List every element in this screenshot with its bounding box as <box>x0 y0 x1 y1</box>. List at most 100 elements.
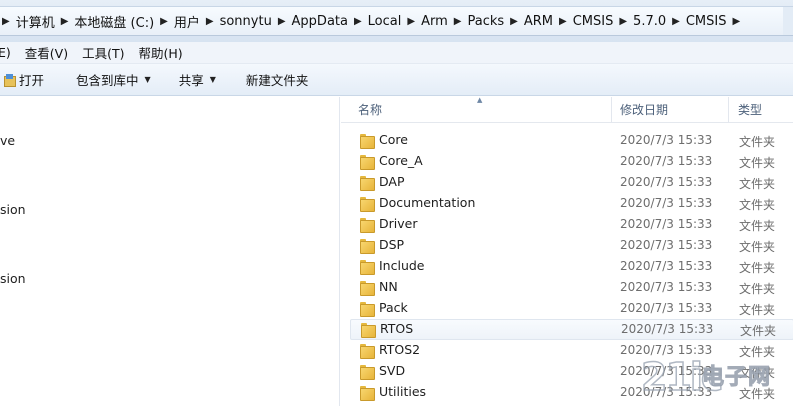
folder-icon <box>360 280 375 296</box>
menu-view[interactable]: 查看(V) <box>25 43 68 62</box>
share-button[interactable]: 共享 ▼ <box>175 68 220 92</box>
column-name-header[interactable]: 名称 <box>358 97 382 123</box>
address-bar[interactable]: ▶ 计算机 ▶ 本地磁盘 (C:) ▶ 用户 ▶ sonnytu ▶ AppDa… <box>0 6 793 36</box>
breadcrumb-chevron-icon[interactable]: ▶ <box>61 16 69 27</box>
breadcrumb-local[interactable]: Local <box>368 14 402 29</box>
file-name: Core_A <box>379 153 423 168</box>
breadcrumb-chevron-icon[interactable]: ▶ <box>454 16 462 27</box>
file-date: 2020/7/3 15:33 <box>621 322 714 336</box>
nav-item[interactable]: ve <box>0 133 15 148</box>
file-name: Documentation <box>379 195 476 210</box>
column-divider[interactable] <box>728 97 729 123</box>
file-date: 2020/7/3 15:33 <box>620 301 713 315</box>
folder-icon <box>360 343 375 359</box>
file-type: 文件夹 <box>740 324 777 338</box>
table-row[interactable]: Include 2020/7/3 15:33 文件夹 <box>341 256 793 277</box>
breadcrumb-users[interactable]: 用户 <box>174 12 200 31</box>
table-row[interactable]: Driver 2020/7/3 15:33 文件夹 <box>341 214 793 235</box>
share-label: 共享 <box>178 73 204 88</box>
menu-tools[interactable]: 工具(T) <box>82 43 124 62</box>
file-date: 2020/7/3 15:33 <box>620 259 713 273</box>
breadcrumb-chevron-icon[interactable]: ▶ <box>206 16 214 27</box>
file-name: NN <box>379 279 398 294</box>
menu-edit[interactable]: E) <box>0 45 11 60</box>
file-name: Driver <box>379 216 418 231</box>
file-name: DSP <box>379 237 405 252</box>
watermark-text: 电子网 <box>701 365 772 391</box>
file-name: SVD <box>379 363 406 378</box>
breadcrumb-computer[interactable]: 计算机 <box>16 12 55 31</box>
new-folder-label: 新建文件夹 <box>245 73 309 88</box>
file-date: 2020/7/3 15:33 <box>620 280 713 294</box>
file-name: Include <box>379 258 425 273</box>
table-row[interactable]: DAP 2020/7/3 15:33 文件夹 <box>341 172 793 193</box>
file-date: 2020/7/3 15:33 <box>620 217 713 231</box>
file-type: 文件夹 <box>739 303 776 317</box>
breadcrumb-chevron-icon[interactable]: ▶ <box>732 16 740 27</box>
file-name: Pack <box>379 300 408 315</box>
include-in-library-button[interactable]: 包含到库中 ▼ <box>72 68 155 92</box>
file-type: 文件夹 <box>739 219 776 233</box>
folder-icon <box>360 364 375 380</box>
column-header: ▲ 名称 修改日期 类型 <box>341 96 793 123</box>
new-folder-button[interactable]: 新建文件夹 <box>242 68 313 92</box>
file-name: RTOS <box>380 321 414 336</box>
breadcrumb-chevron-icon[interactable]: ▶ <box>407 16 415 27</box>
folder-icon <box>360 217 375 233</box>
breadcrumb-sonnytu[interactable]: sonnytu <box>220 14 272 29</box>
menu-bar: E) 查看(V) 工具(T) 帮助(H) <box>0 42 793 64</box>
breadcrumb-local-disk[interactable]: 本地磁盘 (C:) <box>74 12 154 31</box>
nav-item[interactable]: sion <box>0 202 26 217</box>
file-name: DAP <box>379 174 405 189</box>
table-row[interactable]: Core 2020/7/3 15:33 文件夹 <box>341 130 793 151</box>
table-row[interactable]: Pack 2020/7/3 15:33 文件夹 <box>341 298 793 319</box>
breadcrumb-chevron-icon[interactable]: ▶ <box>2 16 10 27</box>
table-row[interactable]: Documentation 2020/7/3 15:33 文件夹 <box>341 193 793 214</box>
sort-up-icon: ▲ <box>477 96 483 104</box>
menu-help[interactable]: 帮助(H) <box>138 43 182 62</box>
file-name: Utilities <box>379 384 427 399</box>
dropdown-arrow-icon: ▼ <box>144 75 151 84</box>
breadcrumb-appdata[interactable]: AppData <box>292 14 348 29</box>
file-date: 2020/7/3 15:33 <box>620 238 713 252</box>
breadcrumb-packs[interactable]: Packs <box>467 14 504 29</box>
table-row[interactable]: DSP 2020/7/3 15:33 文件夹 <box>341 235 793 256</box>
folder-icon <box>360 154 375 170</box>
breadcrumb-chevron-icon[interactable]: ▶ <box>278 16 286 27</box>
file-name: RTOS2 <box>379 342 421 357</box>
breadcrumb-chevron-icon[interactable]: ▶ <box>160 16 168 27</box>
folder-icon <box>360 133 375 149</box>
table-row-hovered[interactable]: RTOS 2020/7/3 15:33 文件夹 <box>350 319 793 340</box>
address-bar-area: ▶ 计算机 ▶ 本地磁盘 (C:) ▶ 用户 ▶ sonnytu ▶ AppDa… <box>0 0 793 42</box>
column-type-header[interactable]: 类型 <box>738 97 762 123</box>
breadcrumb-chevron-icon[interactable]: ▶ <box>354 16 362 27</box>
breadcrumb-chevron-icon[interactable]: ▶ <box>672 16 680 27</box>
nav-item[interactable]: sion <box>0 271 26 286</box>
open-button[interactable]: 打开 <box>0 68 48 92</box>
breadcrumb-arm[interactable]: Arm <box>421 14 448 29</box>
file-type: 文件夹 <box>739 282 776 296</box>
table-row[interactable]: Core_A 2020/7/3 15:33 文件夹 <box>341 151 793 172</box>
open-icon <box>4 73 16 87</box>
file-name: Core <box>379 132 408 147</box>
breadcrumb-chevron-icon[interactable]: ▶ <box>510 16 518 27</box>
file-type: 文件夹 <box>739 177 776 191</box>
column-divider[interactable] <box>611 97 612 123</box>
breadcrumb-version[interactable]: 5.7.0 <box>633 14 666 29</box>
include-label: 包含到库中 <box>76 73 139 88</box>
file-date: 2020/7/3 15:33 <box>620 133 713 147</box>
folder-icon <box>360 259 375 275</box>
breadcrumb-chevron-icon[interactable]: ▶ <box>619 16 627 27</box>
file-type: 文件夹 <box>739 240 776 254</box>
breadcrumb-arm-vendor[interactable]: ARM <box>524 14 553 29</box>
file-date: 2020/7/3 15:33 <box>620 154 713 168</box>
column-date-header[interactable]: 修改日期 <box>620 97 668 123</box>
table-row[interactable]: NN 2020/7/3 15:33 文件夹 <box>341 277 793 298</box>
folder-icon <box>360 238 375 254</box>
file-type: 文件夹 <box>739 198 776 212</box>
file-type: 文件夹 <box>739 135 776 149</box>
breadcrumb-cmsis-pack[interactable]: CMSIS <box>573 14 614 29</box>
open-label: 打开 <box>19 73 45 88</box>
breadcrumb-cmsis[interactable]: CMSIS <box>686 14 727 29</box>
breadcrumb-chevron-icon[interactable]: ▶ <box>559 16 567 27</box>
